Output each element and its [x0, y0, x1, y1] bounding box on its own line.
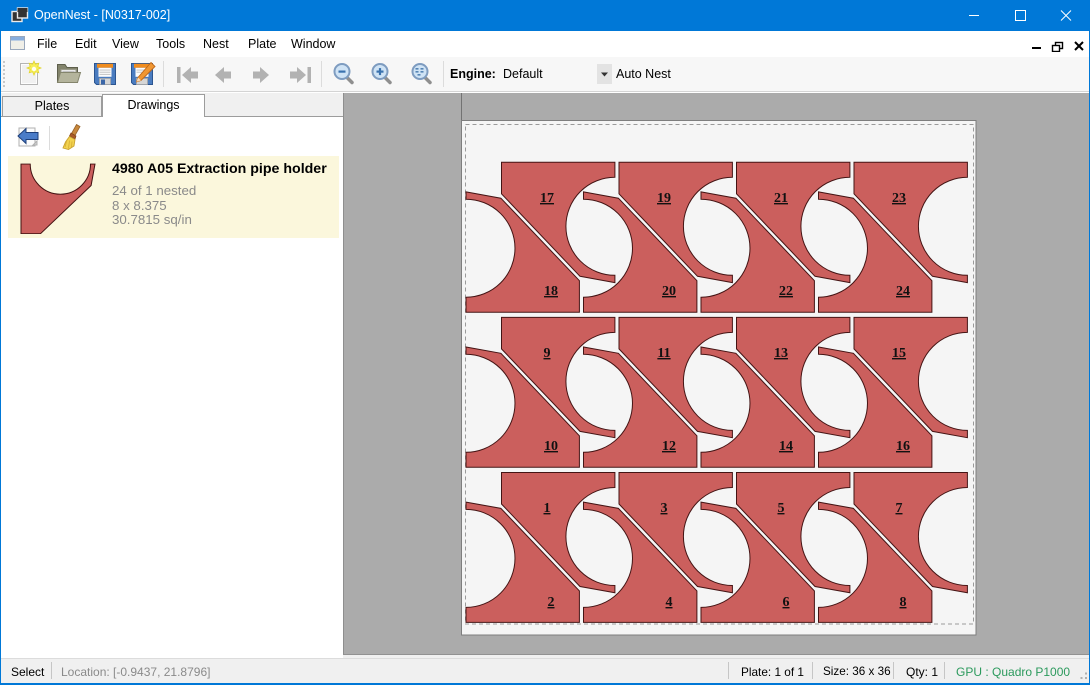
- svg-text:14: 14: [779, 439, 793, 454]
- svg-text:7: 7: [896, 501, 903, 516]
- svg-text:21: 21: [774, 191, 788, 206]
- svg-text:19: 19: [657, 191, 671, 206]
- svg-text:10: 10: [544, 439, 558, 454]
- svg-text:12: 12: [662, 439, 676, 454]
- svg-text:3: 3: [661, 501, 668, 516]
- svg-text:11: 11: [657, 346, 670, 361]
- svg-text:2: 2: [548, 595, 555, 610]
- svg-text:4: 4: [666, 595, 673, 610]
- svg-text:16: 16: [896, 439, 910, 454]
- svg-text:18: 18: [544, 284, 558, 299]
- svg-text:20: 20: [662, 284, 676, 299]
- svg-text:24: 24: [896, 284, 910, 299]
- svg-text:13: 13: [774, 346, 788, 361]
- svg-text:1: 1: [544, 501, 551, 516]
- svg-text:9: 9: [544, 346, 551, 361]
- svg-text:8: 8: [900, 595, 907, 610]
- svg-text:17: 17: [540, 191, 554, 206]
- svg-text:15: 15: [892, 346, 906, 361]
- svg-text:5: 5: [778, 501, 785, 516]
- svg-text:6: 6: [783, 595, 790, 610]
- svg-text:22: 22: [779, 284, 793, 299]
- svg-text:23: 23: [892, 191, 906, 206]
